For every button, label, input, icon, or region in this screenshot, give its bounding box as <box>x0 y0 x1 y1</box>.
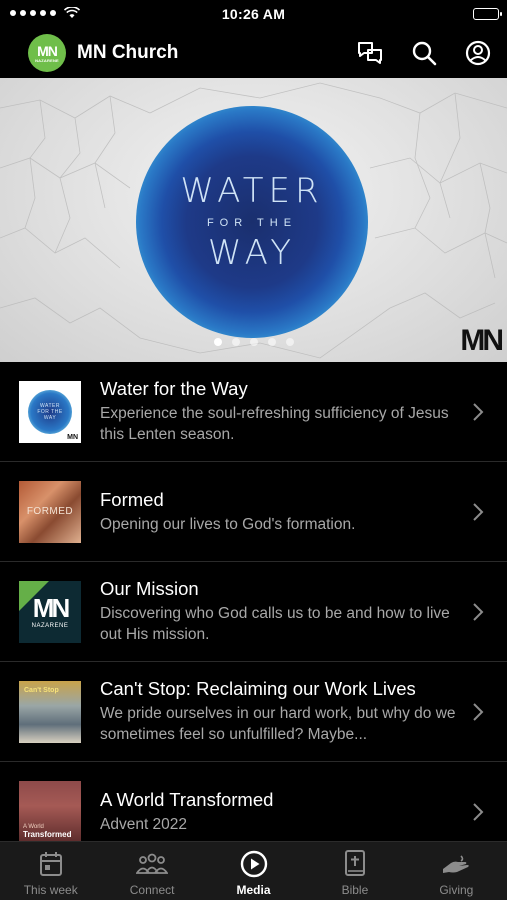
tab-label: Bible <box>341 883 369 897</box>
list-item[interactable]: WATER FOR THE WAY MN Water for the Way E… <box>0 362 507 462</box>
profile-button[interactable] <box>463 38 493 68</box>
app-header: MN NAZARENE MN Church <box>0 28 507 78</box>
tab-media[interactable]: Media <box>203 842 304 900</box>
list-item[interactable]: Can't Stop Can't Stop: Reclaiming our Wo… <box>0 662 507 762</box>
tab-giving[interactable]: Giving <box>406 842 507 900</box>
list-item-title: Water for the Way <box>100 378 248 399</box>
list-item-title: Can't Stop: Reclaiming our Work Lives <box>100 678 416 699</box>
carousel-dot[interactable] <box>267 338 276 346</box>
list-item-subtitle: Experience the soul-refreshing sufficien… <box>100 405 449 443</box>
tab-label: This week <box>23 883 78 897</box>
thumb-text: FORMED <box>26 506 74 517</box>
list-item-title: Formed <box>100 488 164 510</box>
list-item-subtitle: We pride ourselves in our hard work, but… <box>100 705 456 743</box>
bible-icon <box>344 850 365 876</box>
chat-button[interactable] <box>355 38 385 68</box>
carousel-indicator <box>0 338 507 346</box>
media-list: WATER FOR THE WAY MN Water for the Way E… <box>0 362 507 862</box>
list-item-subtitle: Advent 2022 <box>100 816 188 833</box>
series-thumbnail: WATER FOR THE WAY MN <box>19 380 81 443</box>
tab-bible[interactable]: Bible <box>304 842 405 900</box>
hero-artwork: WATER FOR THE WAY <box>136 106 368 338</box>
chat-icon <box>358 42 382 64</box>
series-thumbnail: A World Transformed <box>19 781 81 843</box>
chevron-right-icon <box>469 602 487 622</box>
series-thumbnail: MN NAZARENE <box>19 580 81 643</box>
thumb-text: WATER FOR THE WAY <box>37 402 63 421</box>
people-icon <box>136 853 169 874</box>
wifi-icon <box>64 7 80 18</box>
app-title: MN Church <box>77 42 179 63</box>
carousel-dot[interactable] <box>231 338 240 346</box>
chevron-right-icon <box>469 502 487 522</box>
carousel-dot[interactable] <box>285 338 294 346</box>
bottom-tab-bar: This week Connect Media Bible Giving <box>0 841 507 900</box>
chevron-right-icon <box>469 402 487 422</box>
list-item-subtitle: Opening our lives to God's formation. <box>100 515 356 533</box>
battery-icon <box>473 8 502 20</box>
tab-label: Media <box>236 883 271 897</box>
list-item[interactable]: FORMED Formed Opening our lives to God's… <box>0 462 507 562</box>
hero-title-line2: FOR THE <box>206 217 298 229</box>
tab-this-week[interactable]: This week <box>0 842 101 900</box>
list-item-title: A World Transformed <box>100 789 274 810</box>
account-circle-icon <box>465 40 491 66</box>
logo-subtext: NAZARENE <box>35 57 59 63</box>
carousel-dot[interactable] <box>249 338 258 346</box>
series-thumbnail: Can't Stop <box>19 680 81 743</box>
play-circle-icon <box>240 850 267 878</box>
series-thumbnail: FORMED <box>19 480 81 543</box>
tab-label: Connect <box>129 883 175 897</box>
church-logo[interactable]: MN NAZARENE <box>28 34 66 72</box>
list-item-subtitle: Discovering who God calls us to be and h… <box>100 605 450 643</box>
thumb-subtext: NAZARENE <box>31 622 69 629</box>
chevron-right-icon <box>469 802 487 822</box>
search-icon <box>412 41 437 66</box>
calendar-icon <box>39 852 62 876</box>
tab-label: Giving <box>439 883 474 897</box>
search-button[interactable] <box>409 38 439 68</box>
tab-connect[interactable]: Connect <box>101 842 202 900</box>
carousel-dot[interactable] <box>213 338 222 346</box>
chevron-right-icon <box>469 702 487 722</box>
hero-title-line3: WAY <box>207 233 297 273</box>
list-item[interactable]: MN NAZARENE Our Mission Discovering who … <box>0 562 507 662</box>
thumb-subtext: Transformed <box>23 830 72 839</box>
logo-text: MN <box>37 42 58 59</box>
hero-title-line1: WATER <box>180 171 324 211</box>
signal-strength-icon <box>10 7 80 19</box>
thumb-text: Can't Stop <box>24 686 59 694</box>
giving-hand-icon <box>443 855 470 873</box>
status-time: 10:26 AM <box>221 6 286 22</box>
hero-carousel[interactable]: WATER FOR THE WAY MN <box>0 78 507 362</box>
status-bar: 10:26 AM <box>0 0 507 28</box>
list-item-title: Our Mission <box>100 578 199 599</box>
